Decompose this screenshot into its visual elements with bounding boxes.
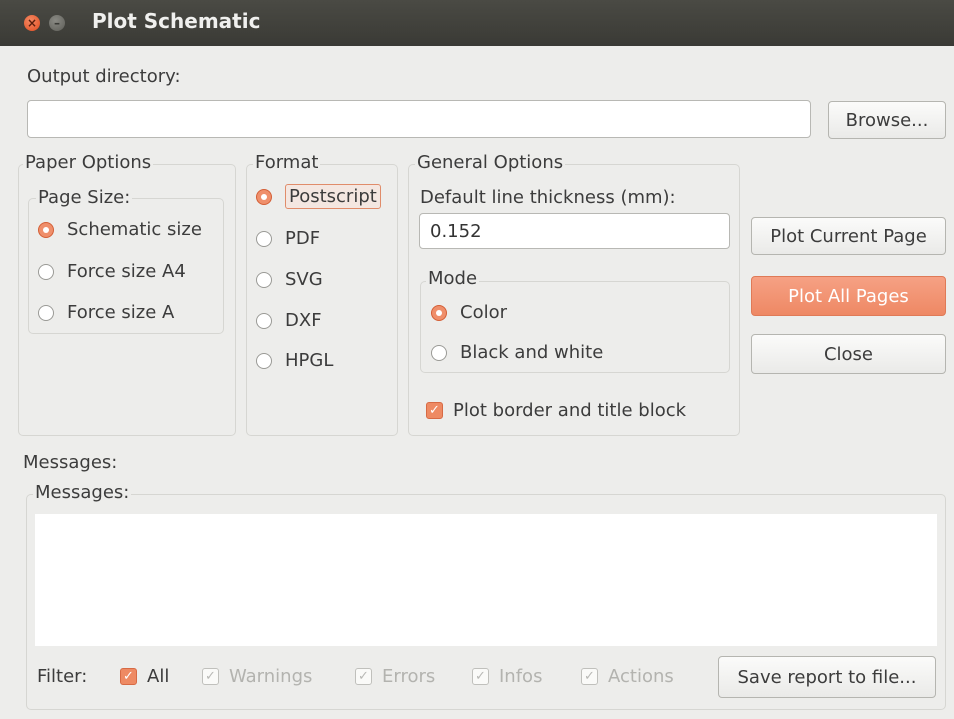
page-size-title: Page Size: (36, 187, 133, 208)
checkbox-checked-disabled-icon[interactable]: ✓ (472, 668, 489, 685)
format-option-pdf[interactable]: PDF (256, 228, 320, 249)
close-window-icon[interactable]: × (24, 15, 40, 31)
output-directory-label: Output directory: (27, 66, 181, 87)
format-option-dxf[interactable]: DXF (256, 310, 322, 331)
checkbox-checked-icon[interactable]: ✓ (120, 668, 137, 685)
radio-icon[interactable] (256, 352, 272, 369)
window-titlebar: × – Plot Schematic (0, 0, 954, 46)
checkbox-checked-disabled-icon[interactable]: ✓ (581, 668, 598, 685)
mode-title: Mode (426, 268, 480, 289)
format-option-hpgl[interactable]: HPGL (256, 350, 333, 371)
filter-all-checkbox[interactable]: ✓ All (120, 666, 169, 687)
browse-button[interactable]: Browse... (828, 101, 946, 139)
filter-infos-checkbox[interactable]: ✓ Infos (472, 666, 542, 687)
line-thickness-label: Default line thickness (mm): (420, 187, 676, 208)
radio-icon[interactable] (256, 312, 272, 329)
mode-option-black-and-white[interactable]: Black and white (431, 342, 603, 363)
line-thickness-input[interactable]: 0.152 (419, 213, 730, 249)
radio-icon[interactable] (431, 344, 447, 361)
close-button[interactable]: Close (751, 334, 946, 374)
messages-text-area[interactable] (35, 514, 937, 646)
plot-border-checkbox[interactable]: ✓ Plot border and title block (426, 400, 686, 421)
filter-warnings-checkbox[interactable]: ✓ Warnings (202, 666, 312, 687)
filter-actions-checkbox[interactable]: ✓ Actions (581, 666, 674, 687)
radio-icon[interactable] (256, 230, 272, 247)
plot-current-page-button[interactable]: Plot Current Page (751, 217, 946, 255)
radio-icon[interactable] (256, 271, 272, 288)
radio-selected-icon[interactable] (256, 188, 272, 205)
radio-selected-icon[interactable] (431, 304, 447, 321)
radio-icon[interactable] (38, 304, 54, 321)
format-title: Format (253, 152, 321, 173)
paper-options-title: Paper Options (23, 152, 154, 173)
minimize-window-icon[interactable]: – (49, 15, 65, 31)
format-option-svg[interactable]: SVG (256, 269, 323, 290)
output-directory-input[interactable] (27, 100, 811, 138)
paper-option-force-a[interactable]: Force size A (38, 302, 174, 323)
paper-option-force-a4[interactable]: Force size A4 (38, 261, 186, 282)
filter-errors-checkbox[interactable]: ✓ Errors (355, 666, 435, 687)
messages-label: Messages: (23, 452, 118, 473)
save-report-button[interactable]: Save report to file... (718, 656, 936, 698)
filter-label: Filter: (37, 666, 88, 687)
plot-all-pages-button[interactable]: Plot All Pages (751, 276, 946, 316)
radio-selected-icon[interactable] (38, 221, 54, 238)
mode-option-color[interactable]: Color (431, 302, 507, 323)
paper-option-schematic-size[interactable]: Schematic size (38, 219, 202, 240)
general-options-title: General Options (415, 152, 566, 173)
checkbox-checked-icon[interactable]: ✓ (426, 402, 443, 419)
checkbox-checked-disabled-icon[interactable]: ✓ (355, 668, 372, 685)
checkbox-checked-disabled-icon[interactable]: ✓ (202, 668, 219, 685)
window-title: Plot Schematic (92, 9, 261, 33)
radio-icon[interactable] (38, 263, 54, 280)
messages-group-title: Messages: (33, 482, 132, 503)
format-option-postscript[interactable]: Postscript (256, 184, 381, 209)
